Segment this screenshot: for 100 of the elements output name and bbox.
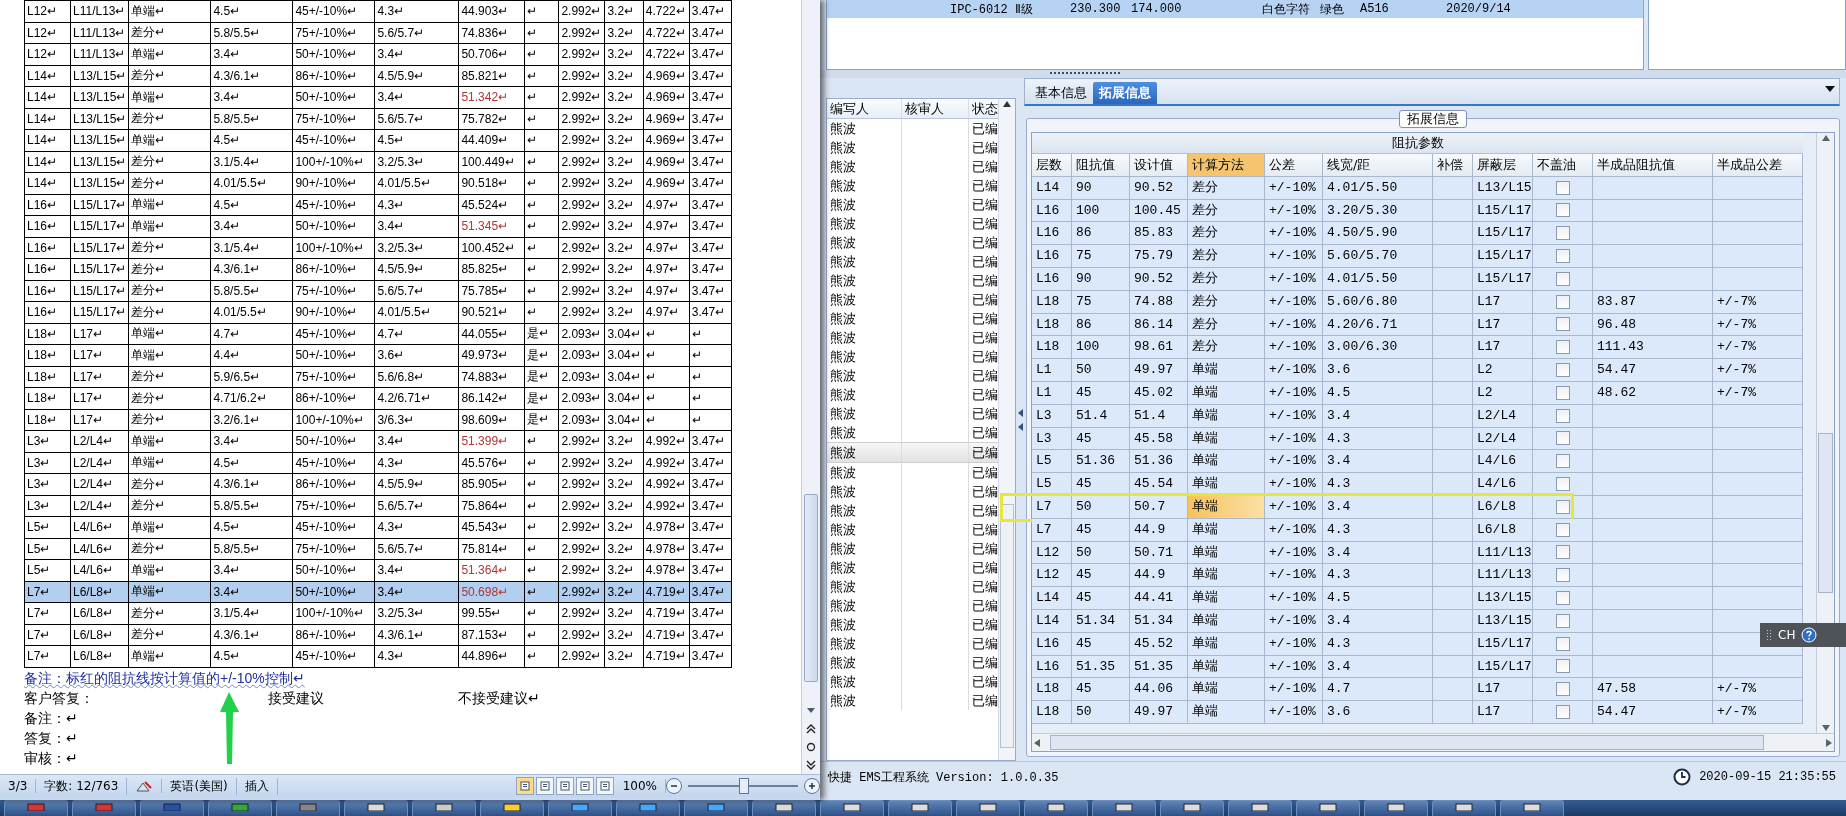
view-button[interactable] bbox=[595, 777, 614, 795]
checkbox[interactable] bbox=[1555, 522, 1570, 537]
insert-mode[interactable]: 插入 bbox=[236, 777, 278, 795]
column-header[interactable]: 补偿 bbox=[1433, 154, 1473, 177]
checkbox[interactable] bbox=[1555, 180, 1570, 195]
taskbar-button[interactable] bbox=[820, 800, 884, 816]
scroll-thumb[interactable] bbox=[804, 494, 818, 682]
checkbox[interactable] bbox=[1555, 636, 1570, 651]
view-button[interactable] bbox=[575, 777, 594, 795]
taskbar-button[interactable] bbox=[1228, 800, 1292, 816]
checkbox[interactable] bbox=[1555, 682, 1570, 697]
checkbox[interactable] bbox=[1555, 499, 1570, 514]
checkbox[interactable] bbox=[1555, 659, 1570, 674]
taskbar-button[interactable] bbox=[1500, 800, 1564, 816]
taskbar-button[interactable] bbox=[684, 800, 748, 816]
table-cell: 3.4↵ bbox=[374, 215, 459, 237]
scroll-thumb[interactable] bbox=[1818, 433, 1833, 593]
taskbar-button[interactable] bbox=[480, 800, 544, 816]
zoom-out-button[interactable] bbox=[666, 778, 682, 794]
tab[interactable]: 基本信息 bbox=[1029, 82, 1093, 104]
taskbar-button[interactable] bbox=[1432, 800, 1496, 816]
slider-thumb[interactable] bbox=[739, 778, 749, 794]
checkbox[interactable] bbox=[1555, 454, 1570, 469]
taskbar-button[interactable] bbox=[1160, 800, 1224, 816]
taskbar-button[interactable] bbox=[888, 800, 952, 816]
language-code[interactable]: CH bbox=[1778, 628, 1796, 642]
checkbox[interactable] bbox=[1555, 294, 1570, 309]
up-arrow-icon[interactable] bbox=[1820, 133, 1831, 143]
down-arrow-icon[interactable] bbox=[1820, 723, 1831, 733]
taskbar-button[interactable] bbox=[140, 800, 204, 816]
checkbox[interactable] bbox=[1555, 363, 1570, 378]
column-header[interactable]: 半成品阻抗值 bbox=[1593, 154, 1713, 177]
taskbar-button[interactable] bbox=[4, 800, 68, 816]
taskbar-button[interactable] bbox=[412, 800, 476, 816]
taskbar-button[interactable] bbox=[616, 800, 680, 816]
help-icon[interactable] bbox=[1801, 627, 1818, 643]
taskbar-button[interactable] bbox=[548, 800, 612, 816]
view-button[interactable] bbox=[535, 777, 554, 795]
proofing-icon[interactable] bbox=[135, 779, 154, 793]
checkbox[interactable] bbox=[1555, 545, 1570, 560]
vertical-scrollbar[interactable] bbox=[801, 0, 820, 774]
selected-row[interactable]: 熊波 已编 bbox=[827, 442, 998, 463]
view-button[interactable] bbox=[555, 777, 574, 795]
checkbox[interactable] bbox=[1555, 477, 1570, 492]
column-header[interactable]: 层数 bbox=[1032, 154, 1072, 177]
checkbox[interactable] bbox=[1555, 340, 1570, 355]
taskbar-button[interactable] bbox=[208, 800, 272, 816]
taskbar-button[interactable] bbox=[1296, 800, 1360, 816]
right-arrow-icon[interactable] bbox=[1824, 737, 1834, 748]
column-header[interactable]: 公差 bbox=[1265, 154, 1323, 177]
checkbox[interactable] bbox=[1555, 431, 1570, 446]
view-button[interactable] bbox=[515, 777, 534, 795]
column-header[interactable]: 半成品公差 bbox=[1713, 154, 1803, 177]
word-count[interactable]: 字数: 12/763 bbox=[36, 777, 128, 795]
left-arrow-icon[interactable] bbox=[1032, 737, 1042, 748]
checkbox[interactable] bbox=[1555, 613, 1570, 628]
next-page-icon[interactable] bbox=[805, 759, 817, 771]
horizontal-scrollbar[interactable] bbox=[1032, 733, 1834, 751]
taskbar-button[interactable] bbox=[1024, 800, 1088, 816]
checkbox[interactable] bbox=[1555, 385, 1570, 400]
checkbox[interactable] bbox=[1555, 591, 1570, 606]
checkbox[interactable] bbox=[1555, 705, 1570, 719]
previous-page-icon[interactable] bbox=[805, 723, 817, 735]
checkbox[interactable] bbox=[1555, 271, 1570, 286]
zoom-in-button[interactable] bbox=[804, 778, 820, 794]
column-header[interactable]: 设计值 bbox=[1130, 154, 1188, 177]
dropdown-icon[interactable] bbox=[1825, 86, 1835, 92]
taskbar-button[interactable] bbox=[1364, 800, 1428, 816]
vertical-scrollbar[interactable] bbox=[1816, 133, 1834, 733]
column-header[interactable]: 线宽/距 bbox=[1323, 154, 1433, 177]
browse-object-icon[interactable] bbox=[805, 741, 817, 753]
scroll-thumb[interactable] bbox=[1000, 504, 1014, 748]
language-indicator[interactable]: 英语(美国) bbox=[162, 777, 237, 795]
checkbox[interactable] bbox=[1555, 568, 1570, 583]
tab[interactable]: 拓展信息 bbox=[1093, 82, 1157, 104]
taskbar-button[interactable] bbox=[956, 800, 1020, 816]
checkbox[interactable] bbox=[1555, 249, 1570, 264]
checkbox[interactable] bbox=[1555, 317, 1570, 332]
taskbar-button[interactable] bbox=[344, 800, 408, 816]
taskbar-button[interactable] bbox=[72, 800, 136, 816]
language-bar[interactable]: CH bbox=[1760, 623, 1846, 647]
column-header[interactable]: 计算方法 bbox=[1188, 154, 1265, 177]
grid-cell: L2 bbox=[1473, 359, 1533, 382]
column-header[interactable]: 不盖油 bbox=[1533, 154, 1593, 177]
taskbar-button[interactable] bbox=[752, 800, 816, 816]
column-header[interactable]: 屏蔽层 bbox=[1473, 154, 1533, 177]
column-header[interactable]: 核审人 bbox=[902, 99, 969, 118]
vertical-scrollbar[interactable] bbox=[998, 99, 1015, 760]
grid-cell: 44.41 bbox=[1130, 587, 1188, 610]
checkbox[interactable] bbox=[1555, 408, 1570, 423]
scroll-thumb[interactable] bbox=[1050, 735, 1764, 750]
column-header[interactable]: 阻抗值 bbox=[1072, 154, 1130, 177]
up-arrow-icon[interactable] bbox=[1002, 99, 1012, 109]
column-header[interactable]: 状态 bbox=[969, 99, 998, 118]
column-header[interactable]: 编写人 bbox=[827, 99, 902, 118]
selected-row[interactable]: IPC-6012 Ⅱ级 230.300 174.000 白色字符 绿色 A516 2020/9/14 bbox=[827, 0, 1643, 18]
zoom-level[interactable]: 100% bbox=[614, 779, 666, 793]
checkbox[interactable] bbox=[1555, 203, 1570, 218]
checkbox[interactable] bbox=[1555, 226, 1570, 241]
taskbar-button[interactable] bbox=[1092, 800, 1156, 816]
